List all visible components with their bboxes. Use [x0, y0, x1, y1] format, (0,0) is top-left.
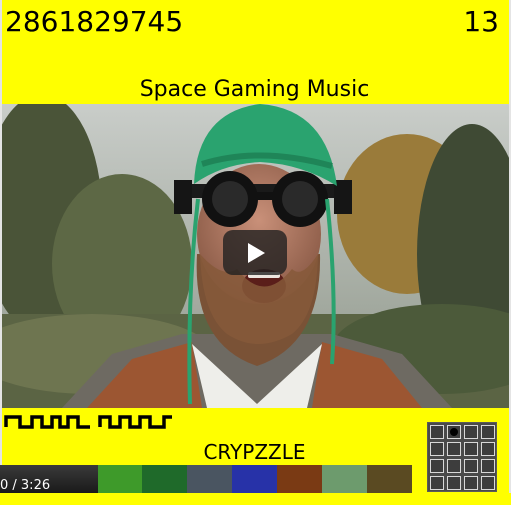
color-swatch-7[interactable]	[367, 465, 412, 493]
grid-cell	[430, 459, 444, 473]
grid-cell	[481, 442, 495, 456]
grid-cell	[464, 442, 478, 456]
grid-cell	[447, 459, 461, 473]
time-display: 0 / 3:26	[0, 478, 51, 493]
grid-cell	[481, 476, 495, 490]
color-swatch-1[interactable]	[98, 465, 142, 493]
wave-logo-icon	[4, 415, 172, 429]
color-swatch-4[interactable]	[232, 465, 277, 493]
grid-cell	[430, 425, 444, 439]
grid-cell	[481, 425, 495, 439]
color-swatch-5[interactable]	[277, 465, 322, 493]
color-swatch-6[interactable]	[322, 465, 367, 493]
grid-marker-dot	[450, 428, 458, 436]
color-swatch-3[interactable]	[187, 465, 232, 493]
play-button[interactable]	[223, 230, 287, 275]
bottom-strip	[0, 493, 511, 505]
grid-cell	[430, 476, 444, 490]
grid-cell	[447, 476, 461, 490]
grid-cell	[464, 476, 478, 490]
header-right-number: 13	[463, 5, 499, 38]
grid-cell	[447, 442, 461, 456]
grid-cell	[481, 459, 495, 473]
grid-cell	[464, 459, 478, 473]
color-swatch-2[interactable]	[142, 465, 187, 493]
grid-cell	[464, 425, 478, 439]
header-left-number: 2861829745	[5, 5, 184, 38]
play-icon	[248, 243, 265, 263]
video-title: Space Gaming Music	[139, 77, 370, 102]
grid-icon[interactable]	[427, 422, 497, 492]
grid-cell	[430, 442, 444, 456]
